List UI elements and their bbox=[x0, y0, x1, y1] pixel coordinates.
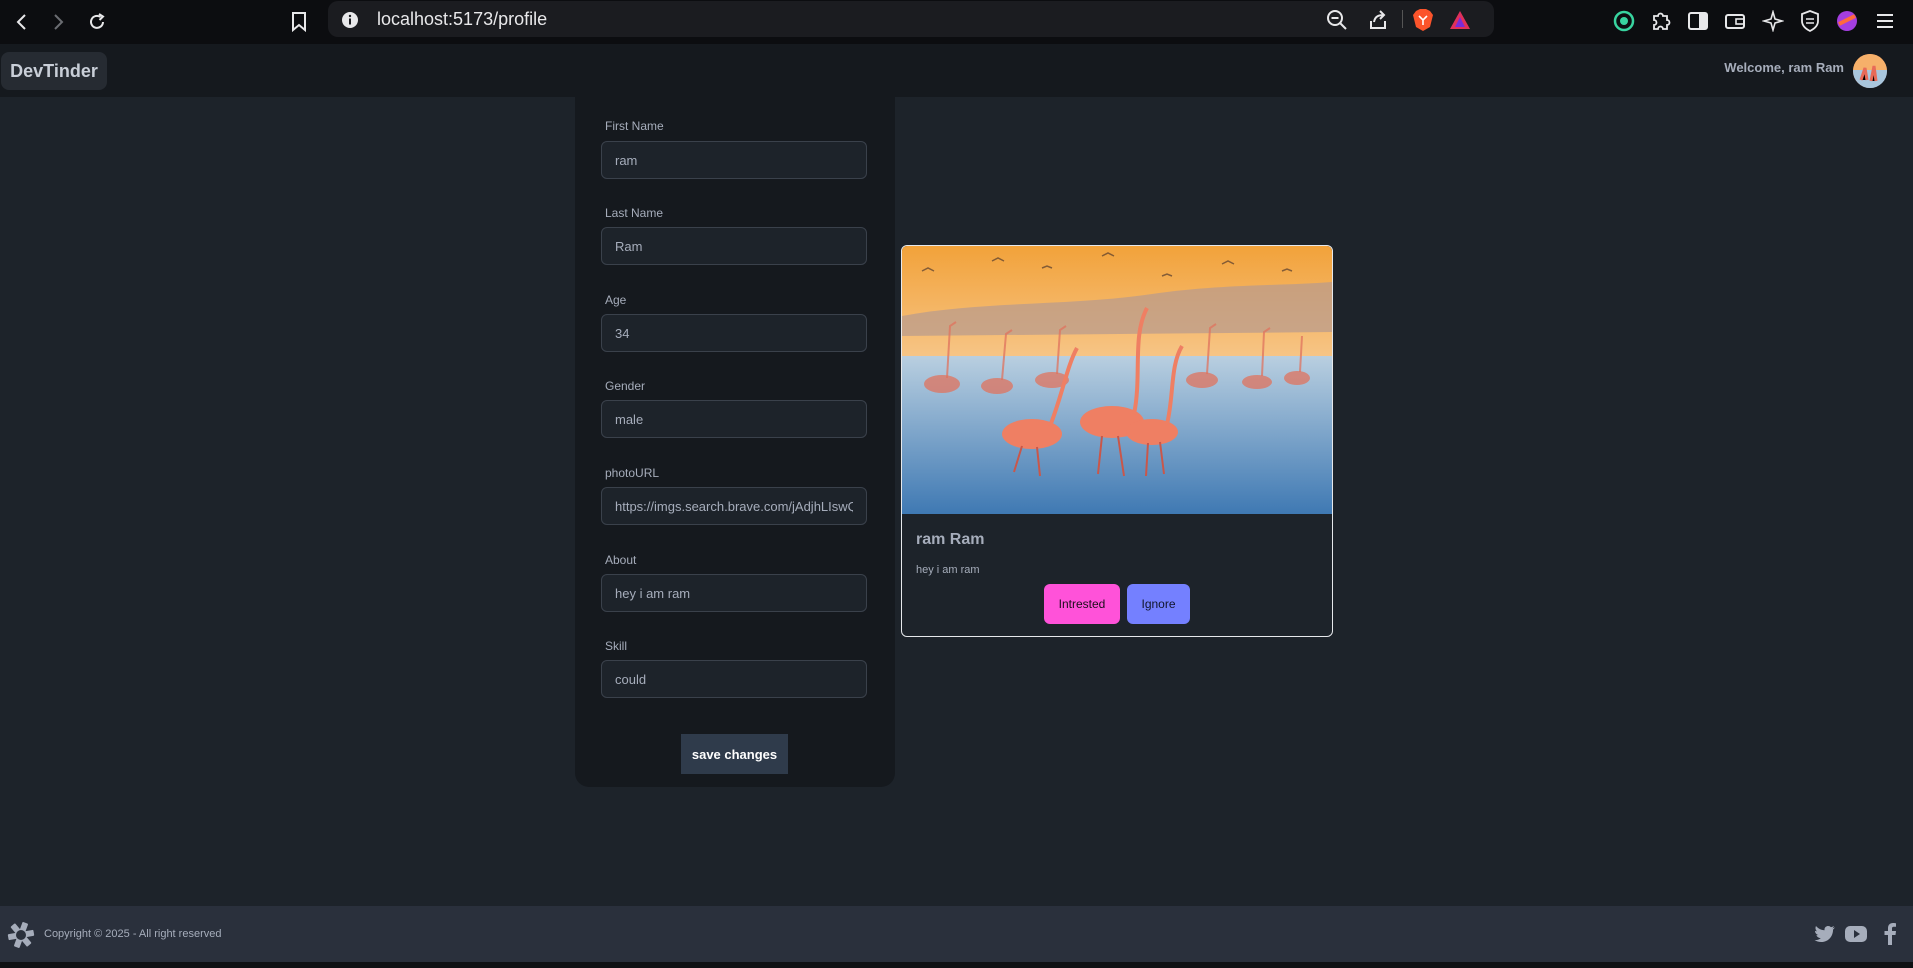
card-user-name: ram Ram bbox=[916, 531, 985, 548]
ignore-button[interactable]: Ignore bbox=[1127, 584, 1190, 624]
menu-icon[interactable] bbox=[1872, 8, 1898, 34]
brave-rewards-icon[interactable] bbox=[1448, 8, 1472, 32]
reload-icon[interactable] bbox=[83, 8, 111, 36]
site-info-icon[interactable] bbox=[338, 8, 362, 32]
copyright-text: Copyright © 2025 - All right reserved bbox=[44, 928, 222, 940]
user-preview-card: ram Ram hey i am ram Intrested Ignore bbox=[901, 245, 1333, 637]
divider bbox=[1402, 10, 1403, 28]
profile-photo bbox=[902, 246, 1332, 514]
card-about-text: hey i am ram bbox=[916, 564, 980, 576]
photo-url-input[interactable] bbox=[601, 487, 867, 525]
wallet-icon[interactable] bbox=[1722, 8, 1748, 34]
photo-url-label: photoURL bbox=[605, 466, 660, 480]
leo-ai-icon[interactable] bbox=[1760, 8, 1786, 34]
sidebar-icon[interactable] bbox=[1685, 8, 1711, 34]
profile-icon[interactable] bbox=[1834, 8, 1860, 34]
page-footer: Copyright © 2025 - All right reserved bbox=[0, 906, 1913, 962]
extension-target-icon[interactable] bbox=[1611, 8, 1637, 34]
about-label: About bbox=[605, 553, 637, 567]
back-icon[interactable] bbox=[8, 8, 36, 36]
zoom-icon[interactable] bbox=[1325, 8, 1349, 32]
footer-logo-icon bbox=[6, 920, 36, 950]
bookmark-icon[interactable] bbox=[285, 8, 313, 36]
first-name-label: First Name bbox=[605, 119, 664, 133]
gender-label: Gender bbox=[605, 379, 646, 393]
first-name-input[interactable] bbox=[601, 141, 867, 179]
age-label: Age bbox=[605, 293, 627, 307]
brave-shields-icon[interactable] bbox=[1411, 8, 1435, 32]
app-navbar: DevTinder Welcome, ram Ram bbox=[0, 44, 1913, 97]
save-changes-button[interactable]: save changes bbox=[681, 734, 788, 774]
gender-input[interactable] bbox=[601, 400, 867, 438]
brand-logo-button[interactable]: DevTinder bbox=[1, 52, 107, 90]
edit-profile-form: First Name Last Name Age Gender photoURL… bbox=[575, 97, 895, 787]
extensions-puzzle-icon[interactable] bbox=[1648, 8, 1674, 34]
share-icon[interactable] bbox=[1366, 8, 1390, 32]
youtube-icon[interactable] bbox=[1843, 922, 1869, 946]
welcome-text: Welcome, ram Ram bbox=[1724, 60, 1844, 75]
avatar[interactable] bbox=[1853, 54, 1887, 88]
interested-button[interactable]: Intrested bbox=[1044, 584, 1120, 624]
vpn-shield-icon[interactable] bbox=[1797, 8, 1823, 34]
url-text[interactable]: localhost:5173/profile bbox=[377, 9, 547, 30]
about-input[interactable] bbox=[601, 574, 867, 612]
skill-input[interactable] bbox=[601, 660, 867, 698]
twitter-icon[interactable] bbox=[1812, 922, 1838, 946]
browser-toolbar: localhost:5173/profile bbox=[0, 0, 1913, 44]
address-bar[interactable]: localhost:5173/profile bbox=[328, 1, 1494, 37]
window-bottom-edge bbox=[0, 962, 1913, 968]
age-input[interactable] bbox=[601, 314, 867, 352]
last-name-label: Last Name bbox=[605, 206, 664, 220]
skill-label: Skill bbox=[605, 639, 628, 653]
facebook-icon[interactable] bbox=[1877, 922, 1903, 946]
forward-icon[interactable] bbox=[44, 8, 72, 36]
last-name-input[interactable] bbox=[601, 227, 867, 265]
